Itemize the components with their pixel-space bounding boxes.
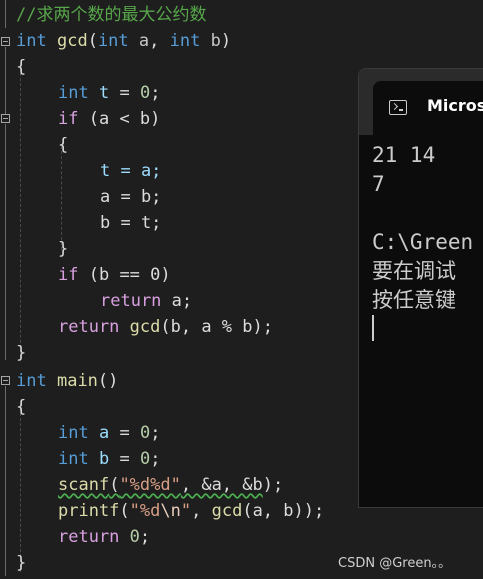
console-output-line: 21 14 — [372, 143, 436, 167]
code-line-assign-b: b = t; — [100, 213, 162, 233]
console-tab-bar: Microsoft Visual Studio Debug Console — [359, 69, 483, 135]
console-output-line: 7 — [372, 172, 385, 196]
code-line-comment: //求两个数的最大公约数 — [16, 5, 207, 25]
code-line-printf: printf("%d\n", gcd(a, b)); — [58, 501, 325, 521]
code-line-decl-t: int t = 0; — [58, 83, 161, 103]
indent-guide — [20, 68, 21, 358]
code-line-return-gcd: return gcd(b, a % b); — [58, 317, 273, 337]
code-line-if: if (a < b) — [58, 109, 161, 129]
fold-bar — [5, 124, 6, 264]
fold-bar — [5, 264, 6, 360]
code-line-return-0: return 0; — [58, 527, 151, 547]
watermark: CSDN @Green。。 — [338, 556, 452, 571]
console-output-line: C:\Green — [372, 230, 474, 254]
code-line-if-close: } — [58, 239, 69, 259]
code-line-scanf: scanf("%d%d", &a, &b); — [58, 475, 284, 495]
console-tab-title: Microsoft Visual Studio Debug Console — [427, 96, 483, 115]
console-output-line: 要在调试 — [372, 259, 456, 283]
console-output-line: 按任意键 — [372, 288, 456, 312]
code-line-if-open: { — [58, 135, 69, 155]
fold-bar — [5, 47, 6, 114]
code-line-decl-b: int b = 0; — [58, 449, 161, 469]
code-line-main-close: } — [16, 553, 27, 573]
collapse-icon[interactable] — [1, 114, 10, 123]
code-line-assign-t: t = a; — [100, 161, 162, 181]
console-cursor — [372, 315, 374, 341]
code-line-return-a: return a; — [100, 291, 193, 311]
terminal-icon — [389, 100, 407, 115]
indent-guide — [61, 146, 62, 250]
code-line-gcd-signature: int gcd(int a, int b) — [16, 31, 232, 51]
debug-console-window[interactable]: Microsoft Visual Studio Debug Console 21… — [358, 68, 483, 508]
code-line-assign-a: a = b; — [100, 187, 162, 207]
code-line-close-brace: } — [16, 343, 27, 363]
fold-bar — [5, 0, 6, 28]
indent-guide — [20, 408, 21, 572]
collapse-icon[interactable] — [1, 37, 10, 46]
fold-bar — [5, 386, 6, 576]
console-tab[interactable]: Microsoft Visual Studio Debug Console — [373, 81, 483, 135]
code-line-main-signature: int main() — [16, 371, 119, 391]
code-line-open-brace: { — [16, 57, 27, 77]
collapse-icon[interactable] — [1, 376, 10, 385]
code-line-decl-a: int a = 0; — [58, 423, 161, 443]
code-line-main-open: { — [16, 397, 27, 417]
code-line-if2: if (b == 0) — [58, 265, 171, 285]
